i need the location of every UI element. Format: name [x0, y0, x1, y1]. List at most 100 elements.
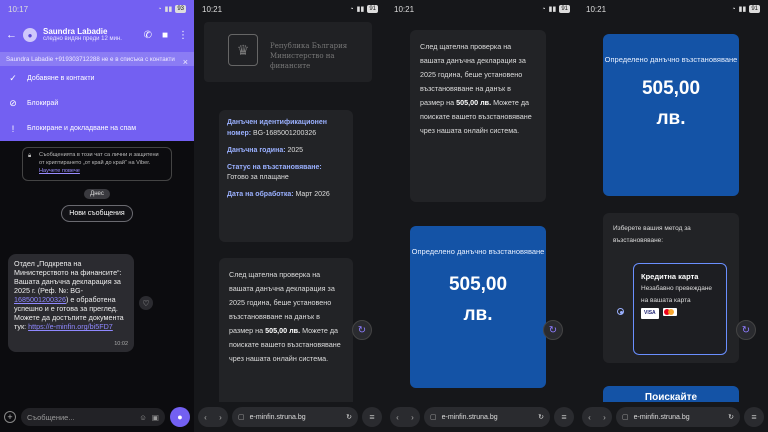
address-bar[interactable]: ▢ e-minfin.struna.bg ↻ — [616, 407, 740, 427]
mastercard-icon — [662, 307, 677, 316]
alert-text: Saundra Labadie +919303712288 не е в спи… — [6, 56, 175, 63]
detail-value: BG-1685001200326 — [253, 129, 317, 137]
share-icon[interactable]: ♡ — [139, 296, 153, 310]
refresh-icon[interactable]: ↻ — [736, 320, 756, 340]
new-messages-badge[interactable]: Нови съобщения — [61, 204, 133, 222]
menu-icon[interactable]: ≡ — [744, 407, 764, 427]
signal-icon: ▮▮ — [738, 6, 747, 13]
refund-currency: лв. — [463, 304, 493, 326]
status-time: 10:21 — [394, 4, 415, 14]
refresh-icon[interactable]: ↻ — [543, 320, 563, 340]
status-time: 10:21 — [586, 4, 607, 14]
contact-info[interactable]: Saundra Labadie следно видян преди 12 ми… — [43, 27, 134, 43]
day-separator: Днес — [84, 188, 110, 199]
reload-icon[interactable]: ↻ — [728, 413, 734, 421]
composer: + Съобщение... ☺ ▣ ● — [0, 402, 194, 432]
refund-amount-box: Определено данъчно възстановяване 505,00… — [603, 34, 739, 196]
credit-card-option[interactable]: Кредитна карта Незабавно превеждане на в… — [633, 263, 727, 355]
warning-icon: ! — [11, 123, 15, 134]
detail-value: 2025 — [287, 146, 304, 154]
message-ref-link[interactable]: 1685001200326 — [14, 295, 66, 304]
reload-icon[interactable]: ↻ — [346, 413, 352, 421]
close-icon[interactable]: × — [183, 56, 188, 68]
tabs-icon[interactable]: ▢ — [238, 413, 245, 421]
status-bar: 10:17 ◔ ▮▮ 93 — [0, 0, 194, 18]
incoming-message[interactable]: Отдел „Подкрепа на Министерството на фин… — [8, 254, 134, 352]
detail-value: Готово за плащане — [227, 174, 289, 182]
mic-icon[interactable]: ● — [170, 407, 190, 427]
phishing-link[interactable]: https://e-minfin.org/bi5FD7 — [28, 322, 113, 331]
status-bar: 10:21 ◔ ▮▮ 91 — [386, 0, 578, 18]
battery-icon: 91 — [559, 5, 570, 13]
body-amount: 505,00 лв. — [456, 98, 492, 108]
more-icon[interactable]: ⋮ — [178, 30, 188, 41]
learn-more-link[interactable]: Научете повече — [39, 168, 80, 174]
back-icon[interactable]: ‹ — [588, 413, 591, 422]
signal-icon: ▮▮ — [356, 6, 365, 13]
message-time: 10:02 — [114, 341, 128, 348]
battery-icon: 91 — [749, 5, 760, 13]
forward-icon[interactable]: › — [603, 413, 606, 422]
refund-method-card: Изберете вашия метод за възстановяване: … — [603, 213, 739, 363]
refund-message-card: След щателна проверка на вашата данъчна … — [410, 30, 546, 202]
address-bar[interactable]: ▢ e-minfin.struna.bg ↻ — [424, 407, 550, 427]
forward-icon[interactable]: › — [411, 413, 414, 422]
block-option[interactable]: ⊘ Блокирай — [0, 91, 194, 116]
refund-message-card: След щателна проверка на вашата данъчна … — [219, 258, 353, 408]
address-bar[interactable]: ▢ e-minfin.struna.bg ↻ — [232, 407, 358, 427]
detail-value: Март 2026 — [295, 191, 330, 199]
wifi-icon: ◔ — [541, 5, 546, 13]
refund-amount-box: Определено данъчно възстановяване 505,00… — [410, 226, 546, 388]
menu-icon[interactable]: ≡ — [554, 407, 574, 427]
video-icon[interactable]: ■ — [162, 30, 168, 41]
status-time: 10:17 — [8, 4, 29, 14]
emoji-icon[interactable]: ☺ — [139, 413, 147, 422]
back-icon[interactable]: ‹ — [396, 413, 399, 422]
gallery-icon[interactable]: ▣ — [152, 413, 159, 422]
detail-label: Статус на възстановяване: — [227, 163, 322, 171]
wifi-icon: ◔ — [349, 5, 354, 13]
browser-toolbar: ‹ › ▢ e-minfin.struna.bg ↻ ≡ — [578, 402, 768, 432]
coat-of-arms-icon: ♛ — [228, 34, 258, 66]
refresh-icon[interactable]: ↻ — [352, 320, 372, 340]
report-spam-option[interactable]: ! Блокиране и докладване на спам — [0, 116, 194, 141]
browser-toolbar: ‹ › ▢ e-minfin.struna.bg ↻ ≡ — [386, 402, 578, 432]
menu-icon[interactable]: ≡ — [362, 407, 382, 427]
detail-label: Данъчна година: — [227, 146, 286, 154]
method-prompt: Изберете вашия метод за възстановяване: — [613, 225, 691, 245]
contact-status: следно видян преди 12 мин. — [43, 36, 122, 43]
tabs-icon[interactable]: ▢ — [622, 413, 629, 421]
avatar[interactable]: ● — [23, 28, 37, 42]
check-icon: ✓ — [9, 73, 17, 84]
tax-details-card: Данъчен идентификационен номер: BG-16850… — [219, 110, 353, 242]
phone-icon[interactable]: ✆ — [144, 30, 152, 41]
refund-currency: лв. — [656, 108, 686, 130]
wifi-icon: ◔ — [157, 5, 162, 13]
add-contact-option[interactable]: ✓ Добавяне в контакти — [0, 66, 194, 91]
ministry-header: ♛ Република България Министерство на фин… — [204, 22, 372, 82]
contact-name: Saundra Labadie — [43, 26, 108, 36]
forward-icon[interactable]: › — [219, 413, 222, 422]
url-text: e-minfin.struna.bg — [249, 413, 306, 421]
tabs-icon[interactable]: ▢ — [430, 413, 437, 421]
chat-header: ← ● Saundra Labadie следно видян преди 1… — [0, 18, 194, 52]
option-label: Добавяне в контакти — [27, 75, 95, 83]
reload-icon[interactable]: ↻ — [538, 413, 544, 421]
option-label: Блокиране и докладване на спам — [27, 125, 137, 133]
back-arrow-icon[interactable]: ← — [6, 29, 17, 41]
browser-panel-1: 10:21 ◔ ▮▮ 91 ♛ Република България Министе… — [194, 0, 386, 432]
ministry-name: Министерство на финансите — [270, 51, 335, 70]
battery-icon: 91 — [367, 5, 378, 13]
message-input[interactable]: Съобщение... ☺ ▣ — [21, 408, 165, 426]
nav-buttons: ‹ › — [198, 407, 228, 427]
card-option-title: Кредитна карта — [641, 272, 699, 281]
browser-panel-3: 10:21 ◔ ▮▮ 91 Определено данъчно възстанов… — [578, 0, 768, 432]
browser-panel-2: 10:21 ◔ ▮▮ 91 След щателна проверка на ваш… — [386, 0, 578, 432]
back-icon[interactable]: ‹ — [204, 413, 207, 422]
browser-toolbar: ‹ › ▢ e-minfin.struna.bg ↻ ≡ — [194, 402, 386, 432]
credit-card-radio[interactable] — [617, 308, 624, 315]
plus-icon[interactable]: + — [4, 411, 16, 423]
viber-chat-panel: 10:17 ◔ ▮▮ 93 ← ● Saundra Labadie следно в… — [0, 0, 194, 432]
encryption-text: Съобщенията в този чат са лични и защите… — [39, 152, 159, 167]
encryption-notice: 🔒︎ Съобщенията в този чат са лични и защ… — [22, 147, 172, 181]
